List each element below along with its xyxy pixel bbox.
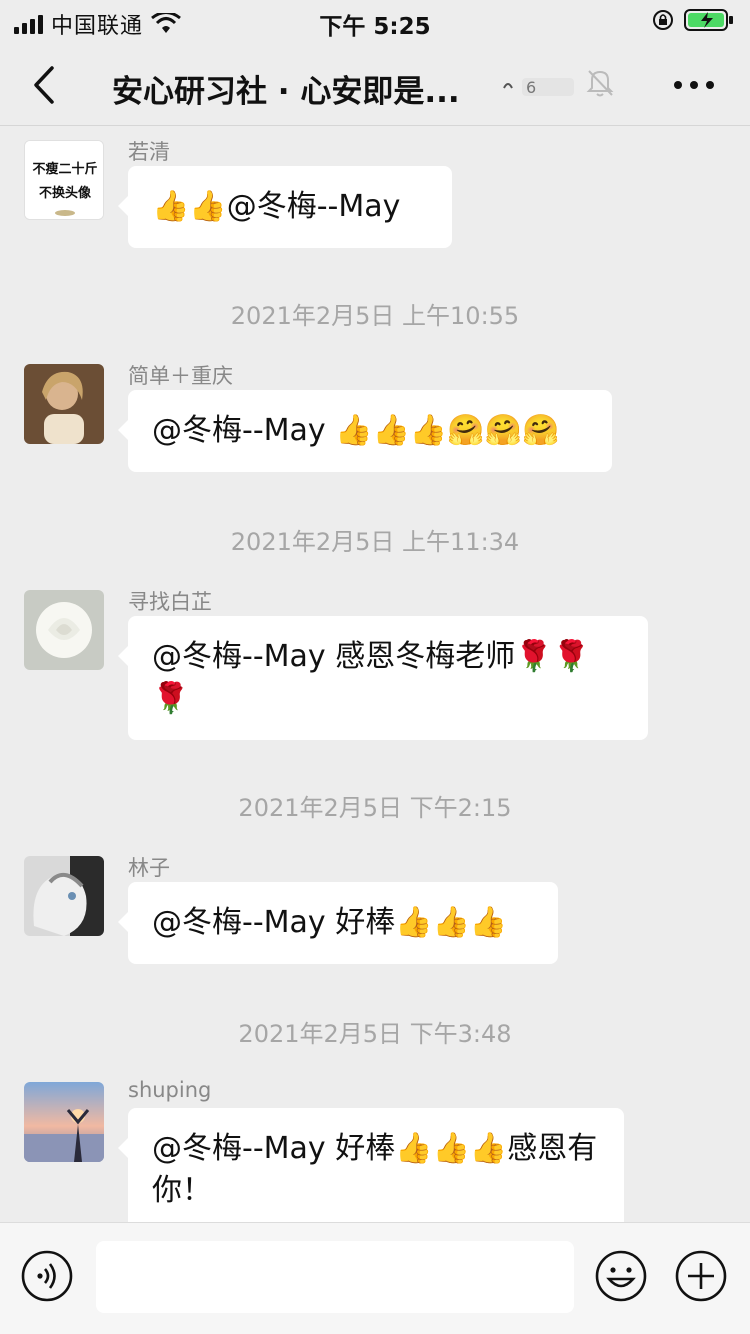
svg-text:6: 6 bbox=[526, 78, 536, 97]
message-bubble[interactable]: @冬梅--May 感恩冬梅老师🌹🌹🌹 bbox=[118, 616, 648, 740]
sender-name: 林子 bbox=[128, 856, 170, 880]
bell-muted-icon bbox=[586, 70, 614, 97]
plus-icon[interactable] bbox=[674, 1249, 728, 1303]
timestamp: 2021年2月5日 上午11:34 bbox=[230, 528, 520, 556]
timestamp: 2021年2月5日 上午10:55 bbox=[230, 302, 520, 330]
message-bubble[interactable]: @冬梅--May 好棒👍👍👍 bbox=[118, 882, 558, 964]
avatar-text: 不瘦二十斤 bbox=[32, 161, 97, 177]
avatar[interactable] bbox=[24, 590, 104, 670]
avatar-text: 不换头像 bbox=[39, 185, 92, 201]
message-bubble[interactable]: 👍👍@冬梅--May bbox=[118, 166, 452, 248]
sender-name: 寻找白芷 bbox=[128, 590, 212, 614]
emoji-group: 👍👍👍 bbox=[395, 905, 508, 940]
emoji-group: 👍👍👍 bbox=[395, 1131, 508, 1166]
message-input[interactable] bbox=[96, 1241, 574, 1313]
emoji-group: 👍👍👍🤗🤗🤗 bbox=[335, 413, 560, 448]
avatar[interactable] bbox=[24, 364, 104, 444]
sender-name: shuping bbox=[128, 1078, 212, 1102]
ellipsis-icon[interactable] bbox=[672, 78, 716, 92]
message-text: @冬梅--May 好棒 bbox=[152, 1131, 396, 1166]
avatar[interactable] bbox=[24, 856, 104, 936]
status-bar: 中国联通 下午 5:25 bbox=[0, 0, 750, 44]
back-chevron-icon[interactable] bbox=[28, 64, 60, 106]
battery-icon bbox=[684, 9, 733, 31]
chat-title[interactable]: 安心研习社 · 心安即是... bbox=[112, 66, 492, 111]
status-time: 下午 5:25 bbox=[319, 14, 431, 40]
message-text: @冬梅--May bbox=[226, 189, 401, 224]
message-text: @冬梅--May 感恩冬梅老师 bbox=[152, 639, 516, 674]
timestamp: 2021年2月5日 下午2:15 bbox=[238, 794, 512, 822]
member-count-icon: 6 bbox=[503, 78, 574, 97]
voice-icon[interactable] bbox=[20, 1249, 74, 1303]
avatar[interactable]: 不瘦二十斤 不换头像 bbox=[24, 140, 104, 220]
message-text: @冬梅--May bbox=[152, 413, 336, 448]
nav-bar: 安心研习社 · 心安即是... 6 bbox=[0, 44, 750, 126]
sender-name: 简单＋重庆 bbox=[128, 364, 233, 388]
message-bubble[interactable]: @冬梅--May 好棒👍👍👍感恩有你！ bbox=[118, 1108, 624, 1232]
smiley-icon[interactable] bbox=[594, 1249, 648, 1303]
timestamp: 2021年2月5日 下午3:48 bbox=[238, 1020, 512, 1048]
sender-name: 若清 bbox=[128, 140, 170, 164]
message-bubble[interactable]: @冬梅--May 👍👍👍🤗🤗🤗 bbox=[118, 390, 612, 472]
status-right bbox=[652, 8, 734, 32]
input-bar bbox=[0, 1222, 750, 1334]
avatar[interactable] bbox=[24, 1082, 104, 1162]
message-text: @冬梅--May 好棒 bbox=[152, 905, 396, 940]
orientation-lock-icon bbox=[653, 10, 673, 30]
emoji-group: 👍👍 bbox=[152, 189, 227, 224]
